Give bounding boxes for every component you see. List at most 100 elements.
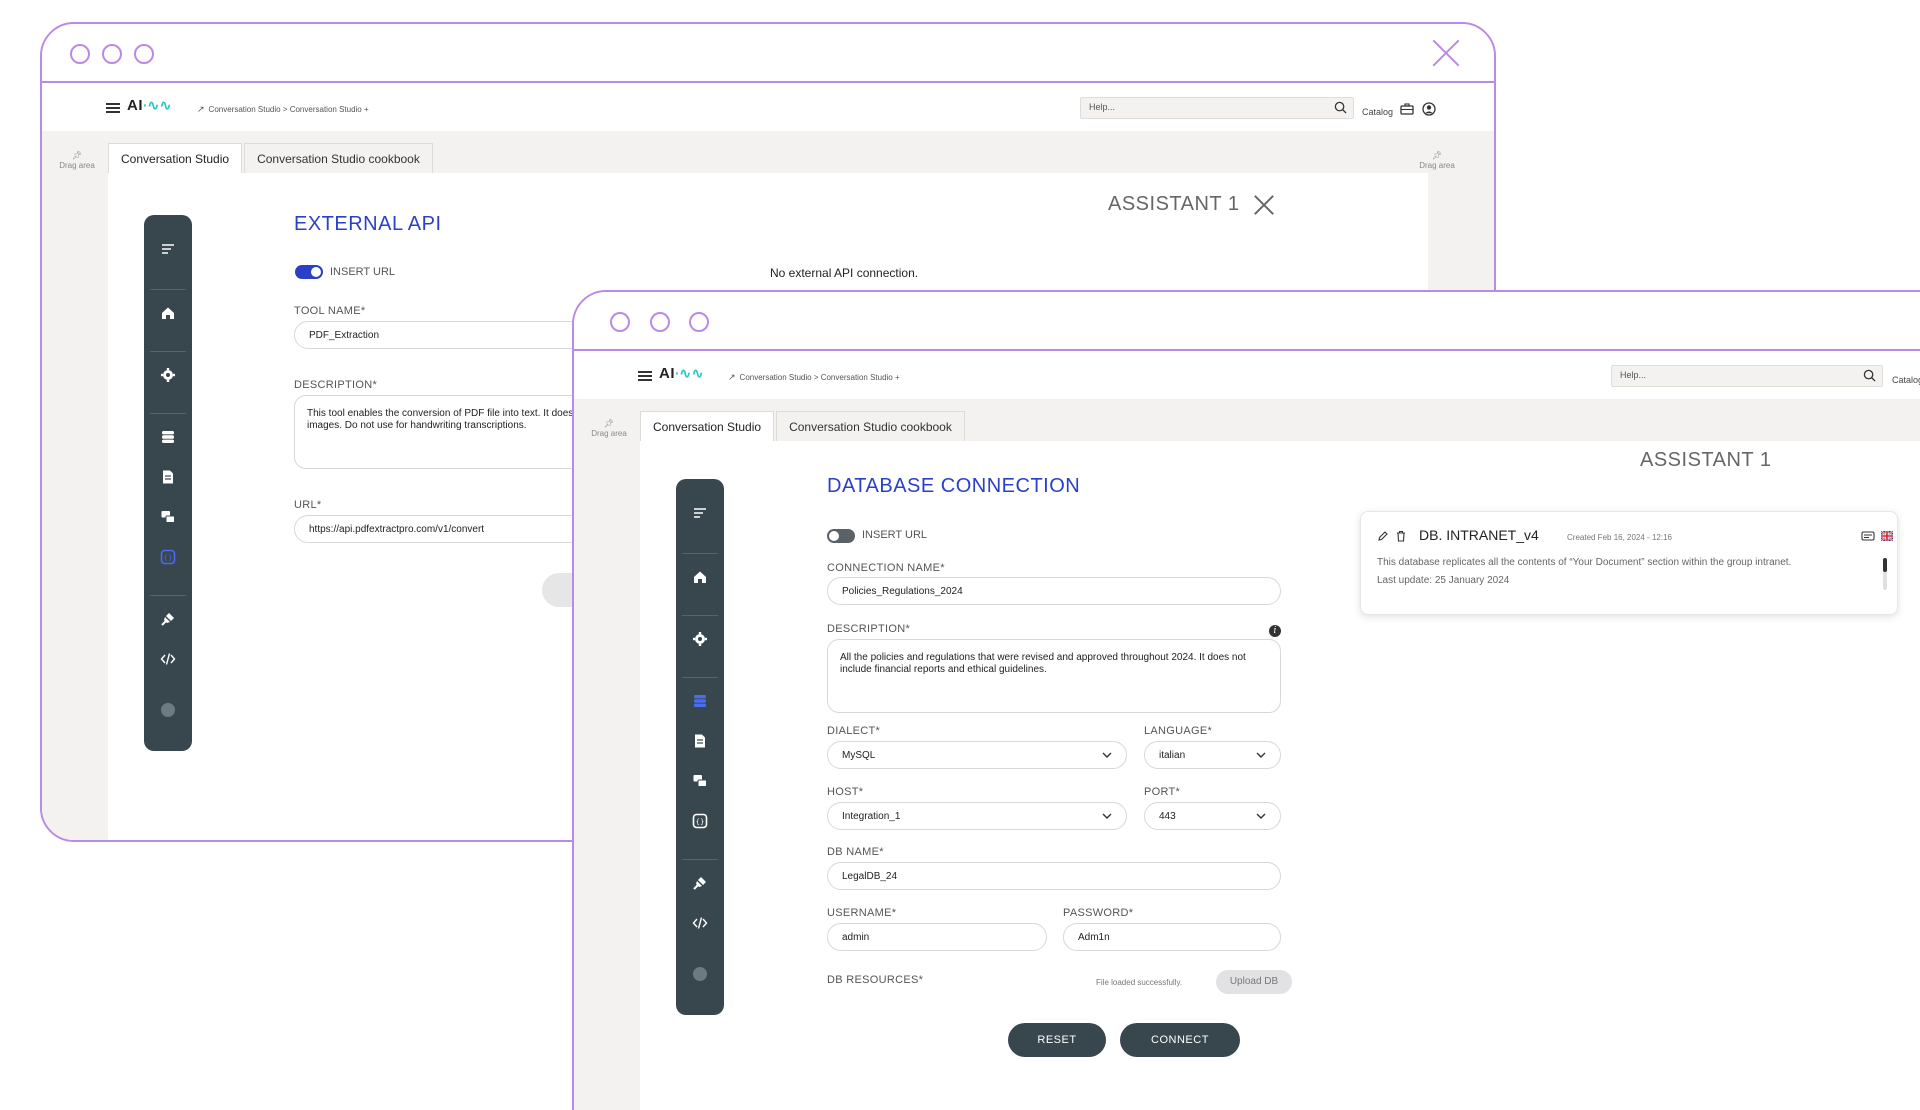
search-icon[interactable] — [1334, 101, 1347, 114]
section-title: DATABASE CONNECTION — [827, 475, 1081, 497]
section-title: EXTERNAL API — [294, 213, 442, 235]
pin-icon: 📌︎ — [603, 419, 615, 428]
info-icon[interactable]: i — [1269, 625, 1281, 637]
sidebar-item-documents[interactable] — [676, 729, 724, 753]
app-logo[interactable]: AI∙∿∿ — [659, 365, 704, 382]
tab-bar: Conversation Studio Conversation Studio … — [640, 411, 967, 441]
sidebar-item-home[interactable] — [676, 565, 724, 589]
help-search-input[interactable]: Help... — [1080, 97, 1354, 119]
home-icon — [162, 307, 174, 319]
trash-icon[interactable] — [1395, 530, 1407, 542]
description-textarea[interactable]: All the policies and regulations that we… — [827, 639, 1281, 713]
upload-db-button[interactable]: Upload DB — [1216, 970, 1292, 994]
edit-pencil-icon[interactable] — [1377, 530, 1389, 542]
home-icon — [694, 571, 706, 583]
description-label: DESCRIPTION* — [294, 379, 378, 391]
database-card[interactable]: DB. INTRANET_v4 Created Feb 16, 2024 - 1… — [1360, 511, 1898, 615]
tab-conversation-studio-cookbook[interactable]: Conversation Studio cookbook — [776, 411, 965, 441]
breadcrumb[interactable]: ↗ Conversation Studio > Conversation Stud… — [197, 104, 369, 115]
sidebar-item-settings[interactable] — [676, 627, 724, 651]
badge-icon[interactable] — [1861, 530, 1875, 542]
tab-conversation-studio[interactable]: Conversation Studio — [108, 143, 243, 173]
sidebar-item-plugins[interactable] — [676, 871, 724, 895]
user-icon[interactable] — [1422, 102, 1436, 116]
dialect-select[interactable]: MySQL — [827, 741, 1127, 769]
svg-text:{}: {} — [696, 818, 705, 826]
sidebar-item-database[interactable] — [144, 425, 192, 449]
tool-name-label: TOOL NAME* — [294, 305, 366, 317]
app-logo[interactable]: AI∙∿∿ — [127, 97, 172, 114]
chevron-down-icon — [1102, 813, 1112, 819]
window-circle-button[interactable] — [70, 44, 90, 64]
assistant-name: ASSISTANT 1 — [1640, 449, 1772, 471]
sidebar-item-api[interactable]: {} — [676, 809, 724, 833]
sidebar-item-chat[interactable] — [676, 769, 724, 793]
hamburger-menu-icon[interactable] — [638, 371, 652, 381]
sidebar-item-menu[interactable] — [676, 501, 724, 525]
sidebar-item-settings[interactable] — [144, 363, 192, 387]
sidebar-item-code[interactable] — [144, 647, 192, 671]
window-database-connection: AI∙∿∿ ↗ Conversation Studio > Conversatio… — [572, 290, 1920, 1110]
port-select[interactable]: 443 — [1144, 802, 1281, 830]
window-circle-button[interactable] — [610, 312, 630, 332]
briefcase-icon[interactable] — [1400, 102, 1414, 116]
sidebar-item-menu[interactable] — [144, 237, 192, 261]
app-header: AI∙∿∿ ↗ Conversation Studio > Conversatio… — [574, 353, 1920, 399]
hamburger-menu-icon[interactable] — [106, 103, 120, 113]
insert-url-toggle[interactable] — [827, 529, 855, 543]
dialect-label: DIALECT* — [827, 725, 881, 737]
db-name-input[interactable]: LegalDB_24 — [827, 862, 1281, 890]
host-select[interactable]: Integration_1 — [827, 802, 1127, 830]
pin-icon: 📌︎ — [1431, 151, 1443, 160]
window-circle-button[interactable] — [689, 312, 709, 332]
drag-area-left[interactable]: 📌︎ Drag area — [52, 151, 102, 171]
connection-name-input[interactable]: Policies_Regulations_2024 — [827, 577, 1281, 605]
external-link-icon: ↗ — [197, 104, 205, 114]
status-dot — [161, 703, 175, 717]
window-circle-button[interactable] — [134, 44, 154, 64]
sidebar-item-documents[interactable] — [144, 465, 192, 489]
window-close-icon[interactable] — [1431, 38, 1461, 68]
workspace: 📌︎ Drag area Conversation Studio Conversa… — [574, 399, 1920, 1110]
svg-text:{}: {} — [164, 554, 173, 562]
sidebar-item-chat[interactable] — [144, 505, 192, 529]
catalog-link[interactable]: Catalog — [1892, 375, 1920, 385]
catalog-link[interactable]: Catalog — [1362, 107, 1393, 117]
uk-flag-icon[interactable] — [1881, 530, 1893, 542]
card-title: DB. INTRANET_v4 — [1419, 527, 1539, 543]
code-icon — [160, 653, 176, 665]
content-panel: {} DATABASE CONNECTION ASSISTANT 1 INSER… — [640, 441, 1920, 1110]
password-label: PASSWORD* — [1063, 907, 1134, 919]
tab-conversation-studio[interactable]: Conversation Studio — [640, 411, 775, 441]
tab-conversation-studio-cookbook[interactable]: Conversation Studio cookbook — [244, 143, 433, 173]
window-circle-button[interactable] — [650, 312, 670, 332]
close-assistant-icon[interactable] — [1254, 195, 1274, 215]
password-input[interactable]: Adm1n — [1063, 923, 1281, 951]
pin-icon: 📌︎ — [71, 151, 83, 160]
status-dot — [693, 967, 707, 981]
sidebar-item-home[interactable] — [144, 301, 192, 325]
api-icon: {} — [160, 549, 176, 565]
assistant-name: ASSISTANT 1 — [1108, 193, 1240, 215]
window-circle-button[interactable] — [102, 44, 122, 64]
help-search-input[interactable]: Help... — [1611, 365, 1883, 387]
drag-area-right[interactable]: 📌︎ Drag area — [1412, 151, 1462, 171]
sidebar-item-api[interactable]: {} — [144, 545, 192, 569]
username-input[interactable]: admin — [827, 923, 1047, 951]
drag-area-left[interactable]: 📌︎ Drag area — [584, 419, 634, 439]
sidebar-item-plugins[interactable] — [144, 607, 192, 631]
card-scrollbar[interactable] — [1883, 558, 1887, 590]
insert-url-toggle[interactable] — [295, 265, 323, 279]
api-icon: {} — [692, 813, 708, 829]
reset-button[interactable]: RESET — [1008, 1023, 1106, 1057]
language-select[interactable]: italian — [1144, 741, 1281, 769]
db-name-label: DB NAME* — [827, 846, 884, 858]
sidebar-item-database[interactable] — [676, 689, 724, 713]
connect-button[interactable]: CONNECT — [1120, 1023, 1240, 1057]
sidebar-item-code[interactable] — [676, 911, 724, 935]
database-icon — [694, 695, 706, 707]
menu-icon — [162, 244, 174, 254]
breadcrumb[interactable]: ↗ Conversation Studio > Conversation Stud… — [728, 372, 900, 383]
search-icon[interactable] — [1863, 369, 1876, 382]
chat-icon — [693, 775, 707, 787]
